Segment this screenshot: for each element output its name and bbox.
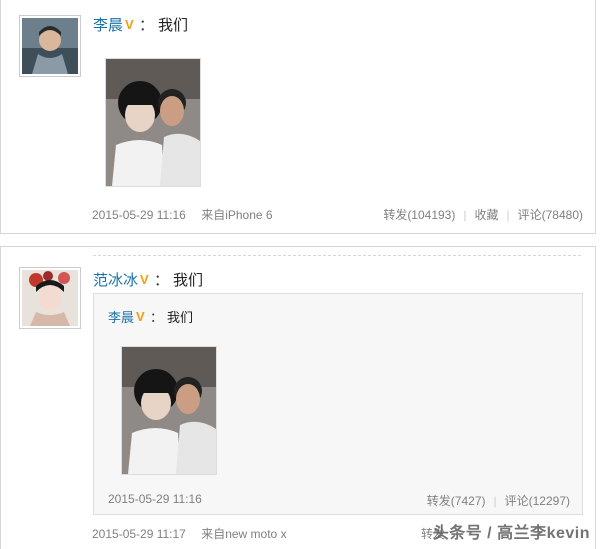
photo-image [122,347,216,474]
post-source: 来自iPhone 6 [201,208,273,222]
photo-image [106,59,200,186]
quoted-repost-button[interactable]: 转发(7427) [427,494,486,508]
post-time[interactable]: 2015-05-29 11:16 [92,208,186,222]
weibo-card-2: 范冰冰 V ： 我们 李晨 V ： 我们 2015-05-29 11:16 转发… [0,246,596,549]
post-header: 李晨 V ： 我们 [93,14,188,35]
verified-v-icon: V [140,271,149,287]
verified-v-icon: V [125,16,134,32]
quoted-time[interactable]: 2015-05-29 11:16 [108,492,202,506]
colon-separator: ： [139,17,155,34]
post-time[interactable]: 2015-05-29 11:17 [92,527,186,541]
divider: | [506,208,510,222]
weibo-card-1: 李晨 V ： 我们 2015-05-29 11:16 来自iPhone 6 转发… [0,0,596,234]
avatar-image [22,18,78,74]
colon-separator: ： [150,310,164,325]
quoted-photo[interactable] [121,346,217,475]
divider: | [493,494,497,508]
post-source: 来自new moto x [201,527,287,541]
favorite-button[interactable]: 收藏 [474,208,498,222]
avatar-author-2[interactable] [19,267,81,329]
author-name-link[interactable]: 范冰冰 [93,269,138,290]
post-meta-left: 2015-05-29 11:17 来自new moto x [92,525,287,542]
post-photo[interactable] [105,58,201,187]
quoted-post-box: 李晨 V ： 我们 2015-05-29 11:16 转发(7427) | 评论(1… [93,293,583,515]
repost-button[interactable]: 转发(104193) [383,208,455,222]
avatar-image [22,270,78,326]
divider: | [463,208,467,222]
post-text: 我们 [173,272,204,289]
quoted-author-link[interactable]: 李晨 [108,307,134,326]
post-meta-left: 2015-05-29 11:16 来自iPhone 6 [92,206,273,223]
colon-separator: ： [154,272,170,289]
quoted-header: 李晨 V ： 我们 [108,307,193,326]
post-header: 范冰冰 V ： 我们 [93,269,203,290]
post-text: 我们 [158,17,189,34]
quoted-comment-button[interactable]: 评论(12297) [505,494,570,508]
verified-v-icon: V [136,308,145,324]
quoted-actions: 转发(7427) | 评论(12297) [427,492,570,509]
post-actions: 转发(104193) | 收藏 | 评论(78480) [383,206,583,223]
quoted-text: 我们 [167,310,194,325]
avatar-author-1[interactable] [19,15,81,77]
comment-button[interactable]: 评论(78480) [518,208,583,222]
watermark: 头条号 / 高兰李kevin [432,525,590,542]
author-name-link[interactable]: 李晨 [93,14,123,35]
dashed-divider [93,255,581,256]
